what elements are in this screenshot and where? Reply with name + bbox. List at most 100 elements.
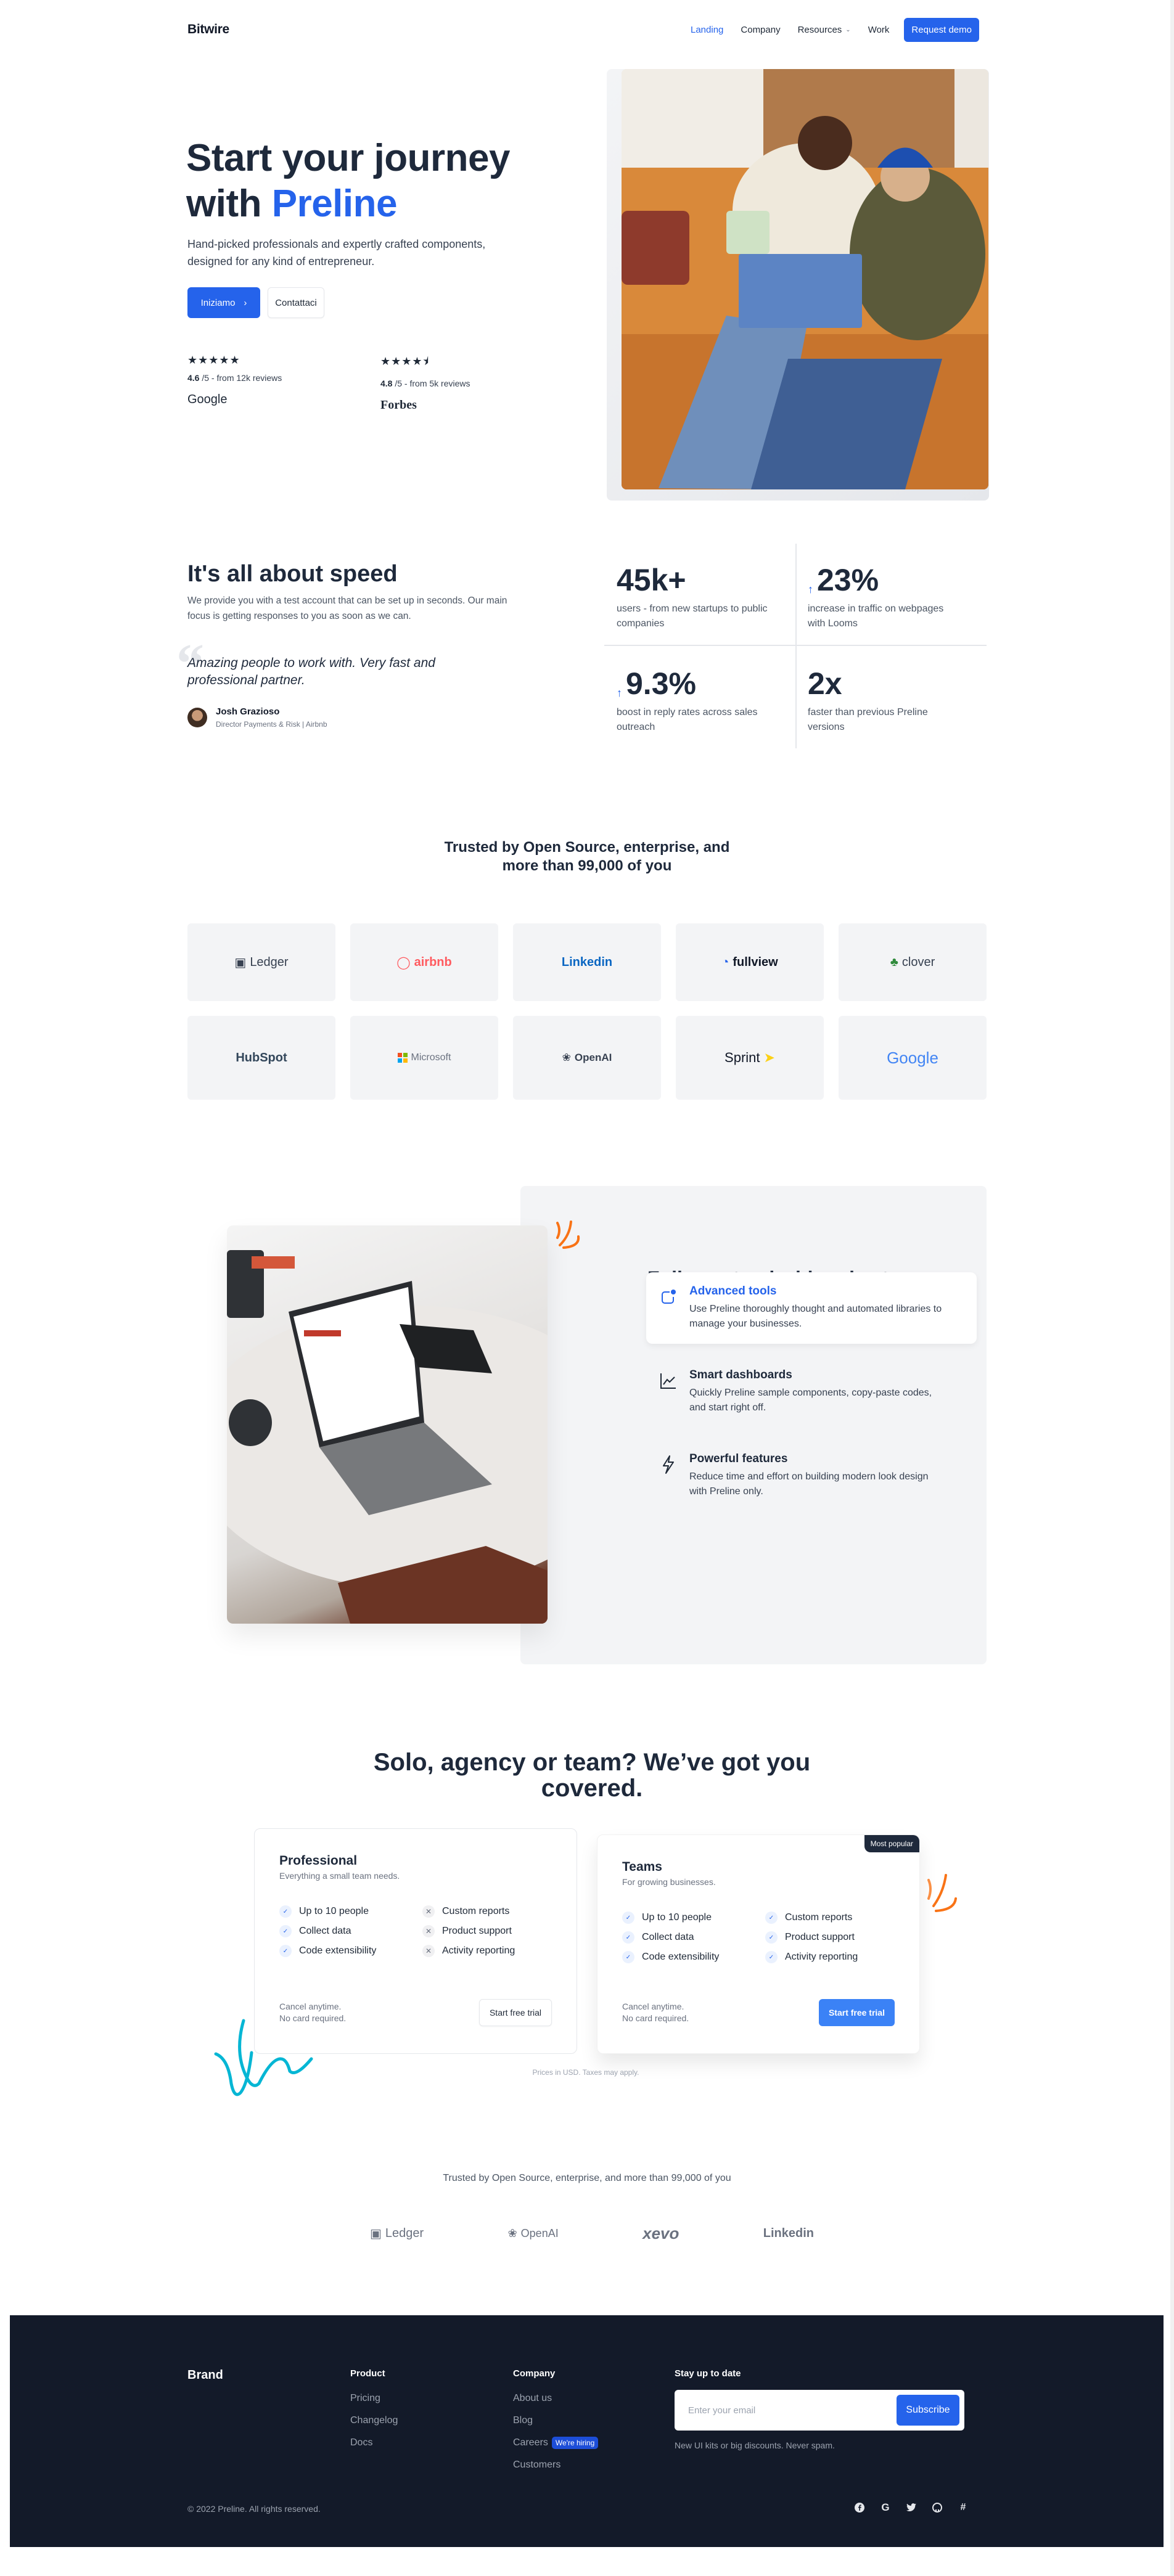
chevron-right-icon: › bbox=[244, 297, 247, 308]
footer-link-pricing[interactable]: Pricing bbox=[350, 2387, 398, 2410]
logo-card-google: Google bbox=[839, 1016, 987, 1100]
logo-text: Sprint bbox=[725, 1050, 760, 1065]
google-icon[interactable]: G bbox=[880, 2501, 890, 2513]
plan-name: Professional bbox=[279, 1854, 358, 1868]
plan-feature: ✓ Collect data bbox=[279, 1925, 422, 1937]
facebook-icon[interactable] bbox=[855, 2503, 864, 2513]
nav-resources[interactable]: Resources ⌄ bbox=[798, 25, 851, 35]
pricing-footnote: Prices in USD. Taxes may apply. bbox=[532, 2068, 639, 2077]
social-links: G # bbox=[855, 2501, 968, 2513]
rating-score: 4.6 bbox=[187, 373, 200, 383]
plan-feature: ✓ Up to 10 people bbox=[622, 1912, 765, 1924]
footer-link-blog[interactable]: Blog bbox=[513, 2410, 598, 2432]
nav-work[interactable]: Work bbox=[868, 25, 890, 35]
footer-link-careers[interactable]: Careers We're hiring bbox=[513, 2432, 599, 2454]
stat-value: ↑ 9.3% bbox=[617, 667, 771, 700]
orange-squiggle-decoration bbox=[927, 1874, 957, 1912]
logo-card-ledger: ▣ Ledger bbox=[187, 923, 335, 1001]
copyright: © 2022 Preline. All rights reserved. bbox=[187, 2504, 321, 2514]
stat-item: ↑ 23% increase in traffic on webpages wit… bbox=[808, 563, 962, 631]
avatar bbox=[187, 708, 207, 727]
feature-advanced-tools[interactable]: Advanced tools Use Preline thoroughly th… bbox=[646, 1272, 977, 1344]
logo-text: HubSpot bbox=[236, 1050, 287, 1065]
stat-number: 9.3% bbox=[626, 666, 696, 701]
hero-photo-illustration bbox=[622, 69, 988, 489]
plan-note-line: Cancel anytime. bbox=[279, 2002, 342, 2011]
start-free-trial-button[interactable]: Start free trial bbox=[478, 1999, 552, 2026]
openai-icon: ❀ bbox=[507, 2227, 517, 2239]
rating-text: 4.8 /5 - from 5k reviews bbox=[380, 378, 541, 388]
rating-suffix: /5 - from 12k reviews bbox=[199, 373, 282, 383]
stat-number: 2x bbox=[808, 666, 842, 701]
xevo-logo: xevo bbox=[642, 2224, 679, 2243]
brand-logo[interactable]: Bitwire bbox=[187, 22, 229, 37]
twitter-icon[interactable] bbox=[906, 2503, 916, 2513]
stats-divider-vertical bbox=[795, 544, 797, 748]
plan-feature: ✓ Up to 10 people bbox=[279, 1905, 422, 1918]
email-input[interactable] bbox=[679, 2395, 890, 2425]
plan-tagline: For growing businesses. bbox=[622, 1877, 716, 1887]
subscribe-button[interactable]: Subscribe bbox=[897, 2395, 959, 2426]
stat-description: users - from new startups to public comp… bbox=[617, 603, 768, 629]
rating-forbes: ★★★★⯨ 4.8 /5 - from 5k reviews Forbes bbox=[380, 354, 541, 412]
feature-title: Powerful features bbox=[689, 1452, 788, 1465]
feature-label: Collect data bbox=[642, 1932, 694, 1942]
get-started-button[interactable]: Iniziamo › bbox=[187, 287, 260, 318]
client-logo-grid: ▣ Ledger ◯ airbnb Linkedin ◔ fullview ♣ clov… bbox=[187, 923, 987, 1100]
check-icon: ✓ bbox=[279, 1945, 292, 1957]
check-icon: ✓ bbox=[765, 1931, 778, 1944]
feature-powerful-features[interactable]: Powerful features Reduce time and effort… bbox=[646, 1440, 979, 1511]
check-icon: ✓ bbox=[765, 1912, 778, 1924]
newsletter: Stay up to date Subscribe New UI kits or… bbox=[675, 2368, 988, 2450]
feature-label: Product support bbox=[442, 1926, 512, 1936]
stat-item: 45k+ users - from new startups to public… bbox=[617, 563, 771, 631]
footer-link-docs[interactable]: Docs bbox=[350, 2432, 398, 2454]
pricing-card-teams: Most popular Teams For growing businesse… bbox=[597, 1834, 920, 2054]
testimonial-author: Josh Grazioso bbox=[216, 706, 280, 717]
stat-value: 2x bbox=[808, 667, 962, 700]
page-scrollbar[interactable] bbox=[1170, 0, 1174, 2576]
plan-features: ✓ Up to 10 people ✓ Custom reports ✓ Collec… bbox=[622, 1912, 895, 1963]
check-icon: ✓ bbox=[622, 1931, 634, 1944]
forbes-logo: Forbes bbox=[380, 398, 417, 412]
start-free-trial-button[interactable]: Start free trial bbox=[818, 1999, 895, 2026]
microsoft-icon bbox=[397, 1053, 408, 1063]
hiring-badge: We're hiring bbox=[551, 2437, 599, 2449]
plan-feature: ✓ Code extensibility bbox=[279, 1945, 422, 1957]
features-photo bbox=[227, 1225, 548, 1624]
x-icon: ✕ bbox=[422, 1905, 435, 1918]
nav-landing[interactable]: Landing bbox=[691, 25, 723, 35]
feature-smart-dashboards[interactable]: Smart dashboards Quickly Preline sample … bbox=[646, 1356, 979, 1428]
star-rating-icon: ★★★★⯨ bbox=[380, 355, 430, 367]
logo-text: OpenAI bbox=[520, 2227, 559, 2239]
trusted-title: Trusted by Open Source, enterprise, and … bbox=[444, 839, 730, 874]
newsletter-form: Subscribe bbox=[675, 2390, 964, 2431]
feature-label: Code extensibility bbox=[642, 1952, 720, 1962]
slack-icon[interactable]: # bbox=[958, 2502, 968, 2513]
cyan-squiggle-decoration bbox=[214, 2019, 313, 2096]
most-popular-badge: Most popular bbox=[864, 1835, 919, 1852]
openai-logo: ❀ OpenAI bbox=[508, 2227, 559, 2240]
feature-label: Up to 10 people bbox=[642, 1912, 712, 1923]
footer-link-changelog[interactable]: Changelog bbox=[350, 2410, 398, 2432]
logo-text: Google bbox=[887, 1048, 938, 1067]
hero-subtitle: Hand-picked professionals and expertly c… bbox=[187, 238, 486, 268]
notification-icon bbox=[662, 1290, 676, 1304]
github-icon[interactable] bbox=[932, 2503, 942, 2513]
footer-link-about[interactable]: About us bbox=[513, 2387, 598, 2410]
stat-value: ↑ 23% bbox=[808, 563, 962, 597]
logo-text: clover bbox=[901, 955, 935, 969]
feature-description: Quickly Preline sample components, copy-… bbox=[689, 1388, 932, 1413]
stat-item: 2x faster than previous Preline versions bbox=[808, 667, 962, 735]
plan-note-line: Cancel anytime. bbox=[622, 2002, 684, 2011]
footer-link-customers[interactable]: Customers bbox=[513, 2454, 598, 2476]
request-demo-button[interactable]: Request demo bbox=[904, 17, 979, 42]
footer-column-company: Company About us Blog Careers We're hirin… bbox=[513, 2368, 599, 2476]
contact-button[interactable]: Contattaci bbox=[268, 287, 324, 318]
nav-company[interactable]: Company bbox=[741, 25, 780, 35]
newsletter-fine-print: New UI kits or big discounts. Never spam… bbox=[675, 2440, 835, 2450]
footer-brand[interactable]: Brand bbox=[187, 2368, 223, 2382]
testimonial-role: Director Payments & Risk | Airbnb bbox=[216, 720, 327, 729]
stats-divider-horizontal bbox=[604, 645, 987, 646]
plan-feature: ✓ Activity reporting bbox=[765, 1951, 908, 1963]
